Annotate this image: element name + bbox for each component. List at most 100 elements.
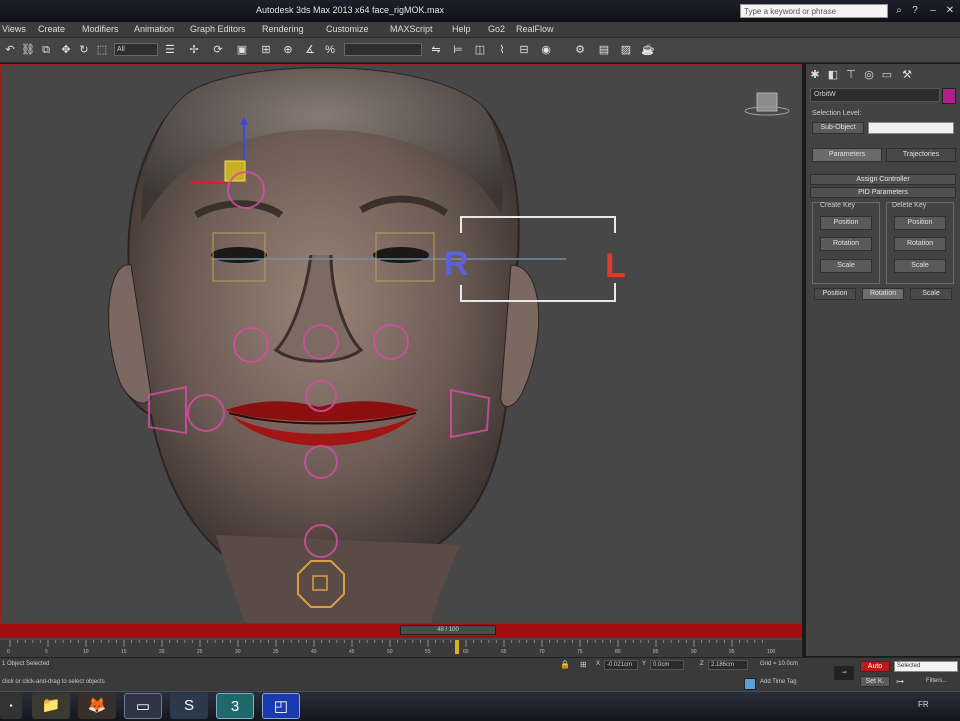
minimize-icon[interactable]: – (926, 4, 940, 18)
selected-dropdown[interactable]: Selected (894, 661, 958, 672)
display-tab-icon[interactable]: ▭ (880, 68, 894, 82)
sub-object-dropdown[interactable] (868, 122, 954, 134)
time-slider-thumb[interactable]: 48 / 100 (400, 625, 496, 635)
language-indicator[interactable]: FR (918, 700, 929, 709)
sub-object-button[interactable]: Sub-Object (812, 122, 864, 134)
link-icon[interactable]: ⛓ (20, 42, 36, 58)
x-coordinate-field[interactable]: -0.021cm (604, 660, 638, 670)
tick-label: 80 (615, 649, 621, 655)
selection-filter-dropdown[interactable]: All (114, 43, 158, 56)
named-selection-dropdown[interactable] (344, 43, 422, 56)
reference-coord-icon[interactable]: ⊞ (258, 42, 274, 58)
motion-tab-icon[interactable]: ◎ (862, 68, 876, 82)
menu-realflow[interactable]: RealFlow (516, 24, 554, 34)
delete-rotation-button[interactable]: Rotation (894, 237, 946, 251)
key-mode-icon[interactable]: ⊸ (834, 666, 854, 680)
perspective-viewport[interactable]: R L (0, 64, 802, 624)
bottom-scale-button[interactable]: Scale (910, 288, 952, 300)
create-position-button[interactable]: Position (820, 216, 872, 230)
grid-readout: Grid = 10.0cm (760, 661, 798, 667)
help-icon[interactable]: ? (908, 4, 922, 18)
menu-animation[interactable]: Animation (134, 24, 174, 34)
create-rotation-button[interactable]: Rotation (820, 237, 872, 251)
layer-icon[interactable]: ◫ (472, 42, 488, 58)
menu-customize[interactable]: Customize (326, 24, 369, 34)
close-icon[interactable]: ✕ (943, 4, 957, 18)
menu-go2[interactable]: Go2 (488, 24, 505, 34)
tab-parameters[interactable]: Parameters (812, 148, 882, 162)
delete-scale-button[interactable]: Scale (894, 259, 946, 273)
render-setup-icon[interactable]: ⚙ (572, 42, 588, 58)
select-by-name-icon[interactable]: ☰ (162, 42, 178, 58)
menu-views[interactable]: Views (2, 24, 26, 34)
create-key-label: Create Key (820, 202, 856, 209)
menu-maxscript[interactable]: MAXScript (390, 24, 433, 34)
display-app-icon[interactable]: ▭ (124, 693, 162, 719)
viewcube (756, 92, 778, 112)
render-icon[interactable]: ▨ (618, 42, 634, 58)
select-rotate-icon[interactable]: ⟳ (210, 42, 226, 58)
hierarchy-tab-icon[interactable]: ⊤ (844, 68, 858, 82)
rotate-icon[interactable]: ↻ (76, 42, 92, 58)
add-time-tag[interactable]: Add Time Tag (760, 679, 797, 685)
mirror-icon[interactable]: ⇋ (428, 42, 444, 58)
set-key-button[interactable]: Set K. (860, 676, 890, 687)
tick-label: 60 (463, 649, 469, 655)
status-bar: 1 Object Selected click or click-and-dra… (0, 657, 960, 692)
menu-help[interactable]: Help (452, 24, 471, 34)
scale-icon[interactable]: ⬚ (94, 42, 110, 58)
angle-snap-icon[interactable]: % (322, 42, 338, 58)
modify-tab-icon[interactable]: ◧ (826, 68, 840, 82)
menu-create[interactable]: Create (38, 24, 65, 34)
select-scale-icon[interactable]: ▣ (234, 42, 250, 58)
key-filter-icon[interactable]: ⊶ (896, 677, 906, 687)
rollout-pid-parameters[interactable]: PID Parameters (810, 187, 956, 198)
teapot-icon[interactable]: ☕ (640, 42, 656, 58)
tick-label: 0 (7, 649, 10, 655)
viewport-canvas[interactable]: R L (1, 65, 801, 623)
object-color-swatch[interactable] (942, 88, 956, 104)
menu-graph-editors[interactable]: Graph Editors (190, 24, 246, 34)
tick-label: 65 (501, 649, 507, 655)
skype-icon[interactable]: S (170, 693, 208, 719)
unlink-icon[interactable]: ⧉ (38, 42, 54, 58)
render-frame-icon[interactable]: ▤ (596, 42, 612, 58)
create-tab-icon[interactable]: ✱ (808, 68, 822, 82)
start-fragment[interactable]: ▪ (0, 693, 22, 719)
tick-label: 40 (311, 649, 317, 655)
menu-rendering[interactable]: Rendering (262, 24, 304, 34)
add-time-tag-icon[interactable] (744, 678, 756, 690)
search-icon[interactable]: ⌕ (892, 4, 906, 18)
tab-trajectories[interactable]: Trajectories (886, 148, 956, 162)
snap-icon[interactable]: ∡ (302, 42, 318, 58)
create-scale-button[interactable]: Scale (820, 259, 872, 273)
menu-modifiers[interactable]: Modifiers (82, 24, 119, 34)
menu-bar: Views Create Modifiers Animation Graph E… (0, 22, 960, 38)
material-editor-icon[interactable]: ◉ (538, 42, 554, 58)
pivot-icon[interactable]: ⊕ (280, 42, 296, 58)
schematic-icon[interactable]: ⊟ (516, 42, 532, 58)
firefox-icon[interactable]: 🦊 (78, 693, 116, 719)
bottom-rotation-button[interactable]: Rotation (862, 288, 904, 300)
bottom-position-button[interactable]: Position (814, 288, 856, 300)
filters-button[interactable]: Filters... (926, 678, 947, 684)
search-input[interactable]: Type a keyword or phrase (740, 4, 888, 18)
select-move-icon[interactable]: ✢ (186, 42, 202, 58)
curve-editor-icon[interactable]: ⌇ (494, 42, 510, 58)
windows-explorer-icon[interactable]: 📁 (32, 693, 70, 719)
rollout-assign-controller[interactable]: Assign Controller (810, 174, 956, 185)
y-coordinate-field[interactable]: 0.0cm (650, 660, 684, 670)
3ds-max-icon[interactable]: 3 (216, 693, 254, 719)
absolute-mode-icon[interactable]: ⊞ (580, 660, 590, 670)
delete-position-button[interactable]: Position (894, 216, 946, 230)
object-name-field[interactable]: OrbitW (810, 88, 940, 102)
auto-key-button[interactable]: Auto (860, 661, 890, 672)
tick-label: 25 (197, 649, 203, 655)
undo-icon[interactable]: ↶ (2, 42, 18, 58)
screen-capture-icon[interactable]: ◰ (262, 693, 300, 719)
align-icon[interactable]: ⊨ (450, 42, 466, 58)
lock-icon[interactable]: 🔒 (560, 660, 570, 670)
move-icon[interactable]: ✥ (58, 42, 74, 58)
utilities-tab-icon[interactable]: ⚒ (900, 68, 914, 82)
z-coordinate-field[interactable]: 2.186cm (708, 660, 748, 670)
